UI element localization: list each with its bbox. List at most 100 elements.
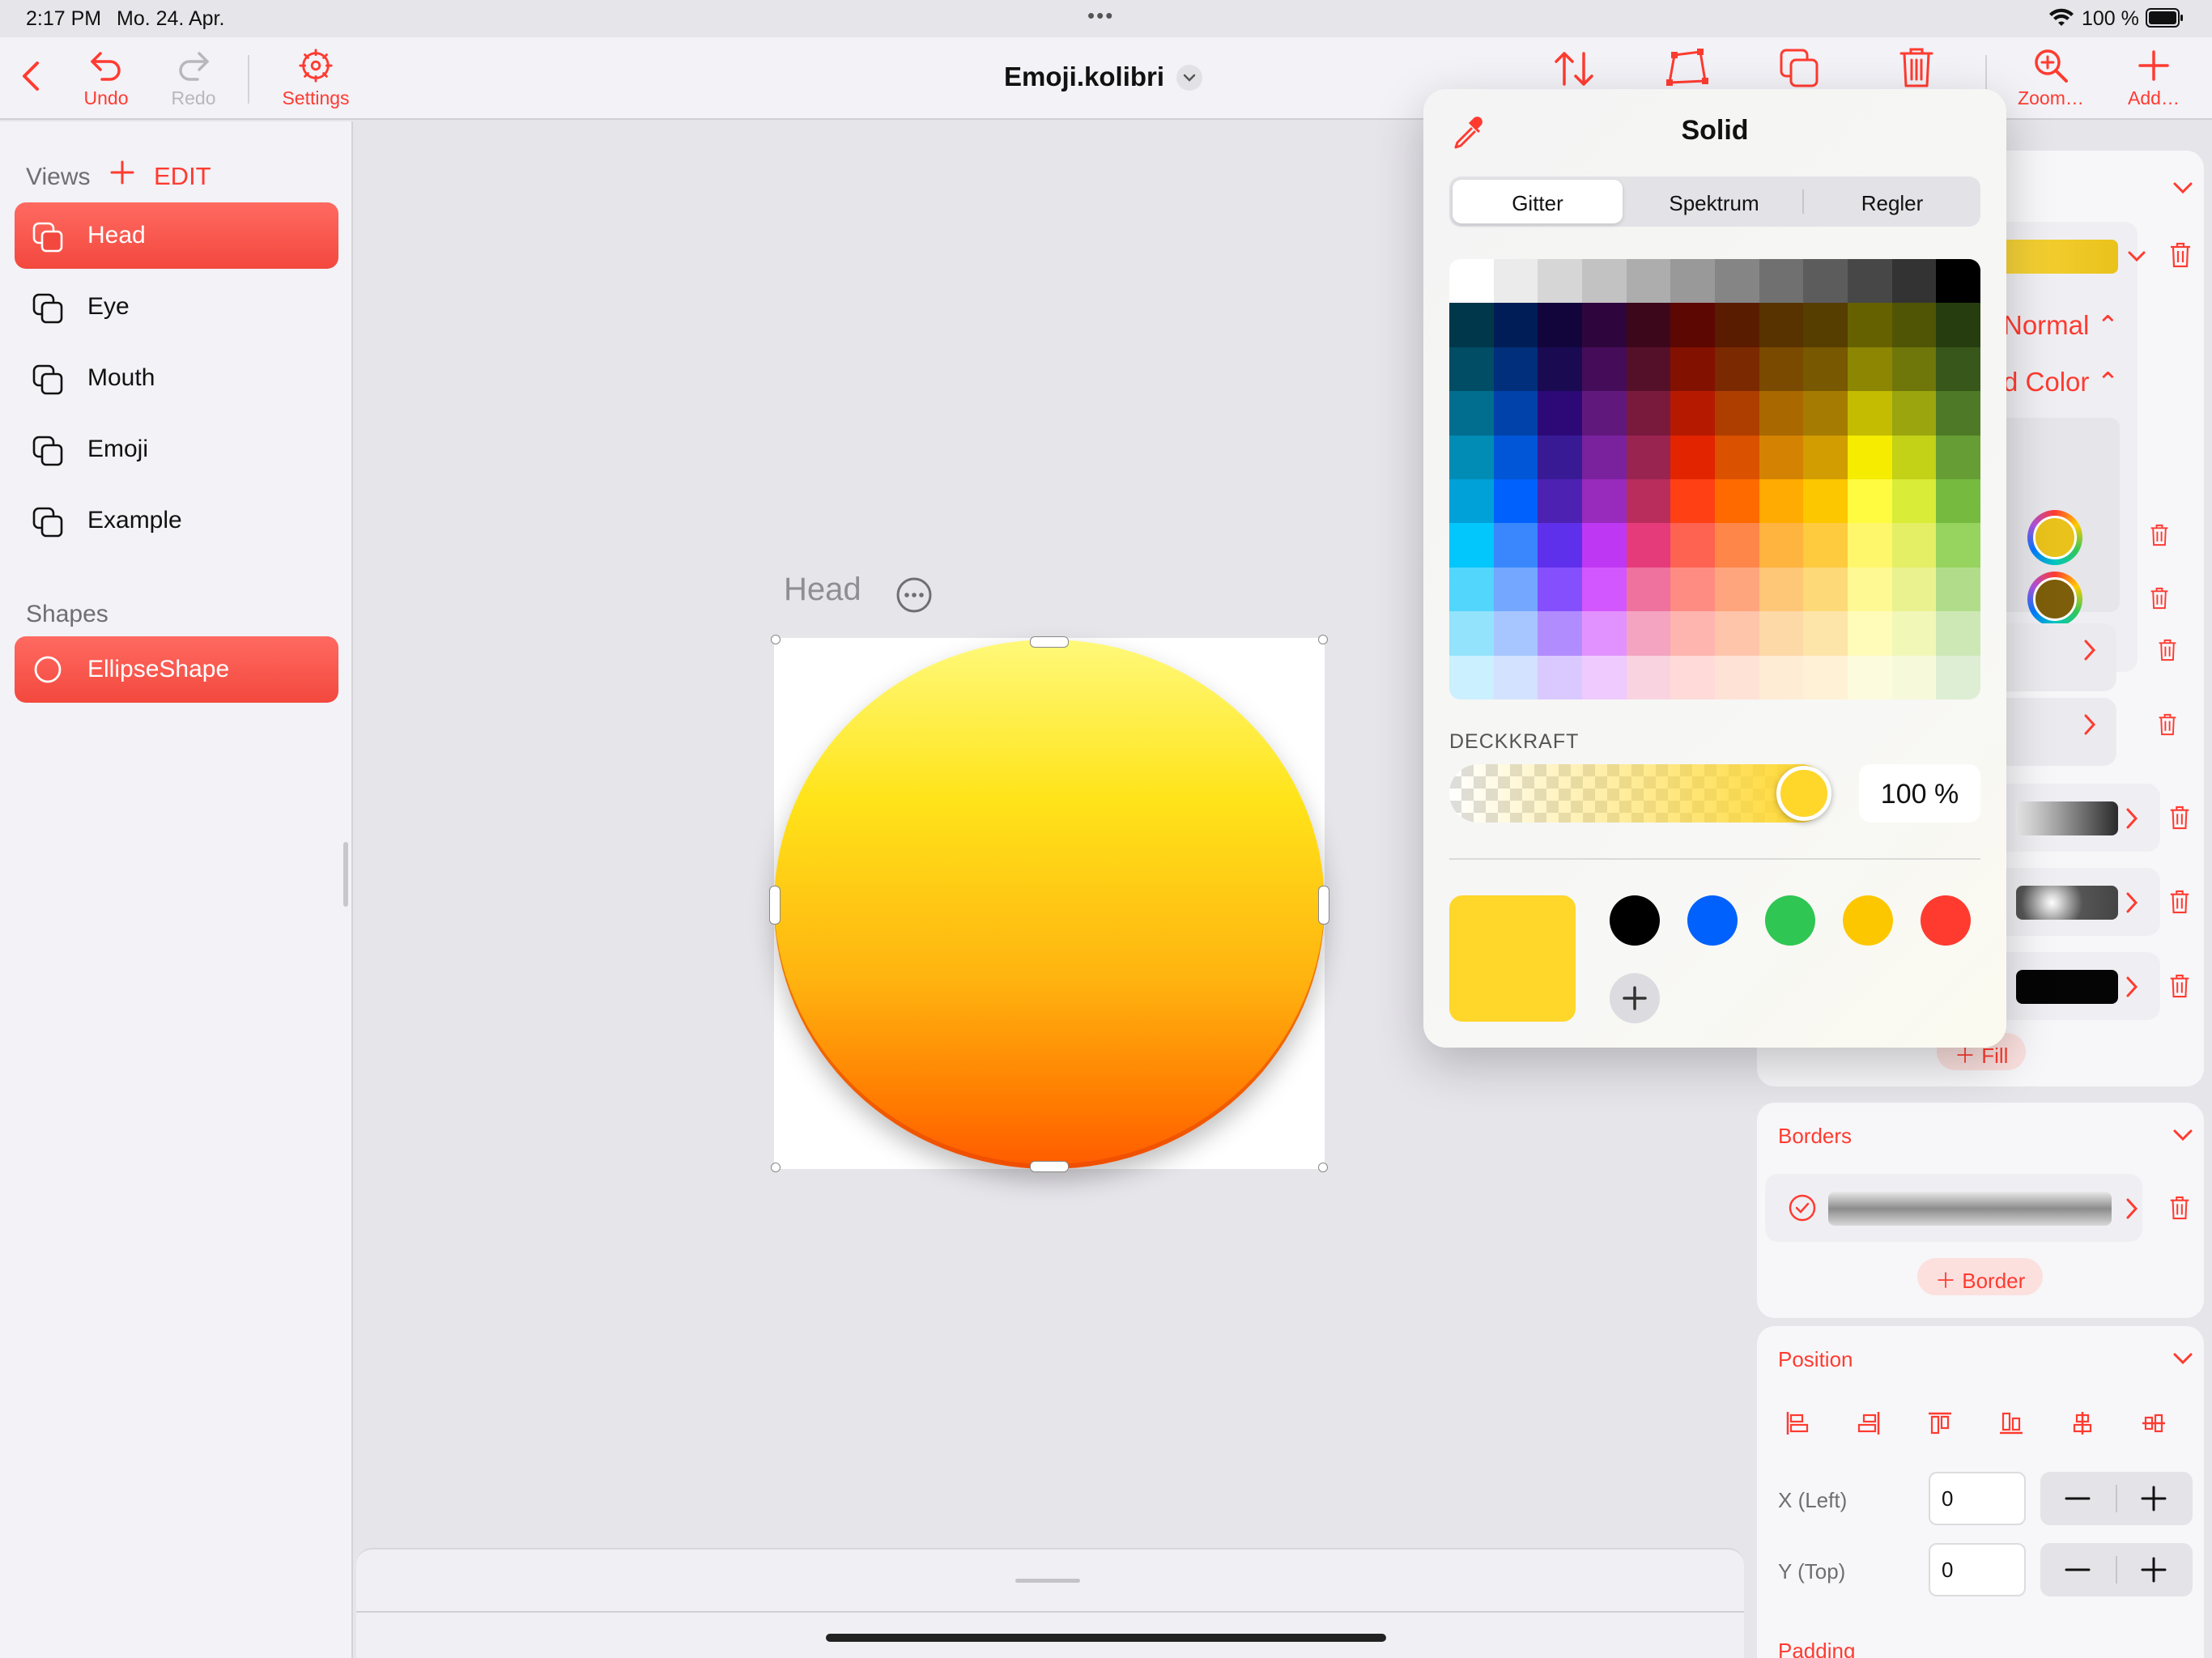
- color-grid-cell[interactable]: [1670, 259, 1715, 304]
- tab-gitter[interactable]: Gitter: [1453, 180, 1623, 223]
- color-grid-cell[interactable]: [1449, 523, 1494, 568]
- color-grid-cell[interactable]: [1626, 259, 1671, 304]
- resize-handle-bottom[interactable]: [1030, 1161, 1069, 1172]
- sidebar-item-head[interactable]: Head: [15, 202, 338, 269]
- color-grid-cell[interactable]: [1759, 346, 1804, 392]
- color-grid-cell[interactable]: [1493, 346, 1538, 392]
- color-grid-cell[interactable]: [1936, 655, 1980, 699]
- stop-color-well-2[interactable]: [2027, 572, 2082, 627]
- color-grid-cell[interactable]: [1891, 655, 1937, 699]
- color-grid-cell[interactable]: [1493, 523, 1538, 568]
- ellipse-shape[interactable]: [774, 640, 1325, 1169]
- favorite-color-blue[interactable]: [1687, 895, 1738, 946]
- color-grid-cell[interactable]: [1715, 435, 1759, 479]
- x-input[interactable]: 0: [1929, 1472, 2026, 1525]
- x-stepper[interactable]: [2040, 1472, 2193, 1525]
- add-border-button[interactable]: ＋ Border: [1917, 1258, 2044, 1295]
- color-grid-cell[interactable]: [1848, 435, 1892, 479]
- blend-mode-selector[interactable]: Normal ⌃: [2003, 309, 2119, 341]
- color-grid-cell[interactable]: [1493, 259, 1538, 304]
- color-grid-cell[interactable]: [1891, 391, 1937, 436]
- color-grid-cell[interactable]: [1493, 655, 1538, 699]
- color-grid-cell[interactable]: [1538, 259, 1582, 304]
- resize-handle-corner[interactable]: [1318, 635, 1328, 644]
- color-grid-cell[interactable]: [1715, 523, 1759, 568]
- fill-type-selector[interactable]: d Color ⌃: [2003, 366, 2119, 397]
- color-grid-cell[interactable]: [1803, 479, 1848, 524]
- color-grid-cell[interactable]: [1891, 479, 1937, 524]
- color-grid-cell[interactable]: [1848, 523, 1892, 568]
- color-grid-cell[interactable]: [1449, 259, 1494, 304]
- color-grid-cell[interactable]: [1493, 435, 1538, 479]
- color-grid-cell[interactable]: [1759, 435, 1804, 479]
- color-grid-cell[interactable]: [1582, 435, 1627, 479]
- color-grid-cell[interactable]: [1670, 391, 1715, 436]
- transform-button[interactable]: [1665, 47, 1710, 89]
- color-grid-cell[interactable]: [1891, 259, 1937, 304]
- color-grid[interactable]: [1449, 259, 1980, 699]
- add-view-button[interactable]: [108, 159, 136, 186]
- color-grid-cell[interactable]: [1670, 655, 1715, 699]
- color-grid-cell[interactable]: [1891, 303, 1937, 347]
- color-grid-cell[interactable]: [1715, 611, 1759, 656]
- color-grid-cell[interactable]: [1891, 567, 1937, 612]
- opacity-value-field[interactable]: 100 %: [1859, 764, 1980, 823]
- fill-preview[interactable]: [2016, 801, 2118, 835]
- color-grid-cell[interactable]: [1582, 391, 1627, 436]
- color-grid-cell[interactable]: [1891, 346, 1937, 392]
- color-grid-cell[interactable]: [1803, 346, 1848, 392]
- color-grid-cell[interactable]: [1493, 391, 1538, 436]
- color-grid-cell[interactable]: [1848, 655, 1892, 699]
- color-grid-cell[interactable]: [1715, 479, 1759, 524]
- color-grid-cell[interactable]: [1538, 523, 1582, 568]
- color-grid-cell[interactable]: [1936, 391, 1980, 436]
- color-grid-cell[interactable]: [1538, 655, 1582, 699]
- color-grid-cell[interactable]: [1803, 435, 1848, 479]
- color-grid-cell[interactable]: [1936, 346, 1980, 392]
- edit-views-button[interactable]: EDIT: [154, 162, 211, 191]
- color-grid-cell[interactable]: [1538, 391, 1582, 436]
- back-button[interactable]: [16, 58, 45, 94]
- color-grid-cell[interactable]: [1582, 655, 1627, 699]
- color-grid-cell[interactable]: [1493, 479, 1538, 524]
- color-grid-cell[interactable]: [1715, 259, 1759, 304]
- color-grid-cell[interactable]: [1848, 303, 1892, 347]
- color-grid-cell[interactable]: [1715, 655, 1759, 699]
- y-stepper[interactable]: [2040, 1543, 2193, 1596]
- color-grid-cell[interactable]: [1759, 523, 1804, 568]
- color-grid-cell[interactable]: [1759, 611, 1804, 656]
- resize-handle-corner[interactable]: [771, 1163, 781, 1172]
- view-options-button[interactable]: [895, 576, 933, 614]
- add-button[interactable]: Add…: [2121, 47, 2186, 109]
- color-grid-cell[interactable]: [1803, 303, 1848, 347]
- favorite-color-red[interactable]: [1921, 895, 1971, 946]
- color-grid-cell[interactable]: [1759, 479, 1804, 524]
- sidebar-resize-handle[interactable]: [343, 842, 348, 907]
- color-grid-cell[interactable]: [1759, 655, 1804, 699]
- color-grid-cell[interactable]: [1670, 479, 1715, 524]
- color-grid-cell[interactable]: [1891, 523, 1937, 568]
- sidebar-item-example[interactable]: Example: [15, 487, 338, 554]
- tab-spektrum[interactable]: Spektrum: [1629, 180, 1799, 223]
- color-grid-cell[interactable]: [1670, 435, 1715, 479]
- fill-preview[interactable]: [2016, 886, 2118, 920]
- color-grid-cell[interactable]: [1803, 523, 1848, 568]
- color-grid-cell[interactable]: [1759, 391, 1804, 436]
- color-grid-cell[interactable]: [1715, 391, 1759, 436]
- color-grid-cell[interactable]: [1626, 523, 1671, 568]
- color-grid-cell[interactable]: [1538, 611, 1582, 656]
- arrange-button[interactable]: [1551, 49, 1597, 89]
- color-grid-cell[interactable]: [1493, 611, 1538, 656]
- favorite-color-black[interactable]: [1610, 895, 1660, 946]
- color-grid-cell[interactable]: [1582, 567, 1627, 612]
- resize-handle-top[interactable]: [1030, 636, 1069, 648]
- opacity-slider[interactable]: [1449, 764, 1830, 823]
- color-grid-cell[interactable]: [1759, 303, 1804, 347]
- y-input[interactable]: 0: [1929, 1543, 2026, 1596]
- color-grid-cell[interactable]: [1449, 346, 1494, 392]
- color-grid-cell[interactable]: [1582, 523, 1627, 568]
- color-grid-cell[interactable]: [1891, 611, 1937, 656]
- opacity-slider-thumb[interactable]: [1776, 766, 1831, 821]
- color-grid-cell[interactable]: [1891, 435, 1937, 479]
- color-grid-cell[interactable]: [1449, 391, 1494, 436]
